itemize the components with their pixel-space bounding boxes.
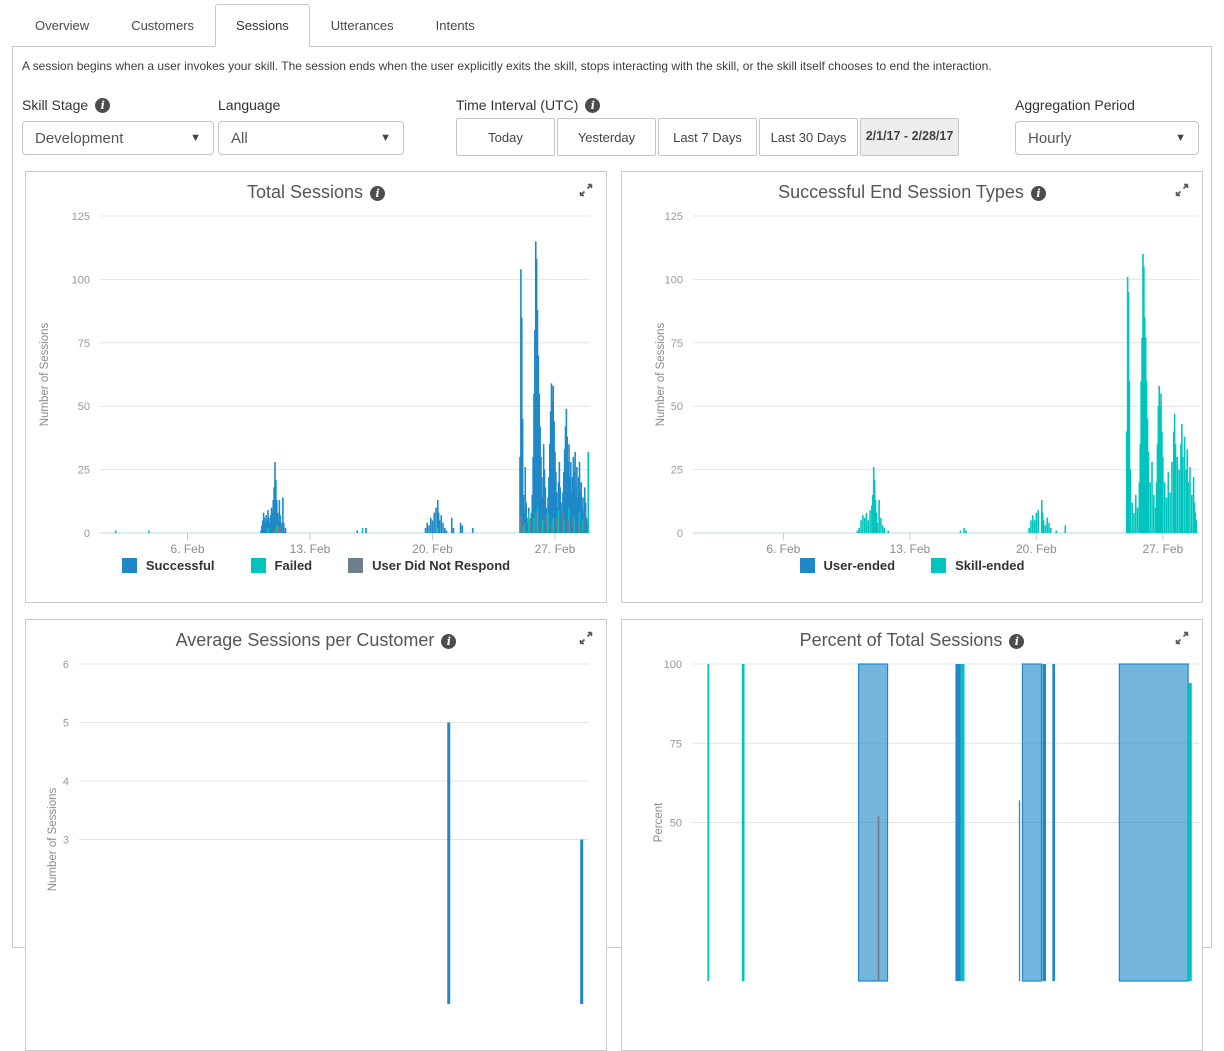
tab-customers[interactable]: Customers [110, 4, 215, 47]
content-panel: A session begins when a user invokes you… [12, 46, 1212, 948]
chart-canvas: 3 4 5 6 Number of Sessions [26, 652, 604, 1004]
chart-legend: User-ended Skill-ended [622, 558, 1202, 573]
info-icon[interactable]: i [1031, 186, 1046, 201]
legend-item: Skill-ended [931, 558, 1024, 573]
time-interval-button[interactable]: Last 7 Days [658, 118, 757, 156]
svg-text:20. Feb: 20. Feb [1016, 542, 1057, 556]
time-interval-button[interactable]: 2/1/17 - 2/28/17 [860, 118, 959, 156]
legend-label: Successful [146, 558, 215, 573]
svg-text:20. Feb: 20. Feb [412, 542, 453, 556]
language-label: Language [218, 97, 280, 113]
svg-text:4: 4 [63, 776, 69, 788]
svg-text:27. Feb: 27. Feb [1143, 542, 1184, 556]
tab-sessions[interactable]: Sessions [215, 4, 310, 47]
svg-text:Percent: Percent [653, 802, 665, 842]
svg-text:75: 75 [78, 338, 90, 350]
svg-text:25: 25 [78, 465, 90, 477]
chart-title: Total Sessionsi [26, 180, 606, 204]
svg-text:50: 50 [670, 818, 682, 830]
info-icon[interactable]: i [585, 98, 600, 113]
legend-item: Successful [122, 558, 215, 573]
time-interval-buttons: TodayYesterdayLast 7 DaysLast 30 Days2/1… [456, 118, 961, 156]
time-interval-button[interactable]: Today [456, 118, 555, 156]
aggregation-period-label: Aggregation Period [1015, 97, 1135, 113]
expand-icon[interactable] [1174, 630, 1190, 646]
svg-text:0: 0 [677, 528, 683, 540]
svg-text:125: 125 [72, 211, 90, 223]
time-interval-button[interactable]: Yesterday [557, 118, 656, 156]
svg-text:100: 100 [664, 659, 682, 671]
session-description: A session begins when a user invokes you… [22, 59, 992, 73]
svg-text:27. Feb: 27. Feb [535, 542, 576, 556]
legend-label: User Did Not Respond [372, 558, 510, 573]
svg-text:75: 75 [670, 738, 682, 750]
svg-text:Number of Sessions: Number of Sessions [47, 787, 59, 891]
legend-swatch [931, 558, 946, 573]
language-select[interactable]: All▼ [218, 121, 404, 155]
chevron-down-icon: ▼ [1175, 132, 1186, 144]
info-icon[interactable]: i [441, 634, 456, 649]
tab-intents[interactable]: Intents [415, 4, 496, 47]
svg-text:3: 3 [63, 835, 69, 847]
legend-swatch [800, 558, 815, 573]
svg-text:Number of Sessions: Number of Sessions [655, 322, 667, 426]
svg-text:13. Feb: 13. Feb [890, 542, 931, 556]
svg-text:6: 6 [63, 659, 69, 671]
info-icon[interactable]: i [95, 98, 110, 113]
legend-label: Failed [275, 558, 313, 573]
legend-item: User-ended [800, 558, 896, 573]
tab-utterances[interactable]: Utterances [310, 4, 415, 47]
svg-text:6. Feb: 6. Feb [170, 542, 204, 556]
skill-stage-label: Skill Stagei [22, 97, 110, 113]
chart-title: Successful End Session Typesi [622, 180, 1202, 204]
svg-text:125: 125 [665, 211, 683, 223]
svg-text:0: 0 [84, 528, 90, 540]
svg-text:5: 5 [63, 718, 69, 730]
chart-canvas: 0 25 50 75 100 125 6. Feb 13. Feb 20. Feb 27. Feb… [622, 204, 1200, 556]
legend-item: Failed [251, 558, 313, 573]
aggregation-period-select[interactable]: Hourly▼ [1015, 121, 1199, 155]
legend-item: User Did Not Respond [348, 558, 510, 573]
svg-text:25: 25 [671, 465, 683, 477]
chart-legend: Successful Failed User Did Not Respond [26, 558, 606, 573]
info-icon[interactable]: i [370, 186, 385, 201]
tab-bar: OverviewCustomersSessionsUtterancesInten… [0, 0, 1224, 46]
chevron-down-icon: ▼ [380, 132, 391, 144]
chart-title: Percent of Total Sessionsi [622, 628, 1202, 652]
expand-icon[interactable] [578, 182, 594, 198]
svg-text:100: 100 [665, 274, 683, 286]
tab-overview[interactable]: Overview [14, 4, 110, 47]
percent-of-total-sessions-panel: Percent of Total Sessionsi 50 75 100 Percen… [621, 619, 1203, 1051]
svg-text:Number of Sessions: Number of Sessions [39, 322, 51, 426]
svg-text:50: 50 [671, 401, 683, 413]
chart-canvas: 50 75 100 Percent [622, 652, 1200, 1004]
legend-label: Skill-ended [955, 558, 1024, 573]
successful-end-session-types-panel: Successful End Session Typesi 0 25 50 75 100… [621, 171, 1203, 603]
info-icon[interactable]: i [1009, 634, 1024, 649]
svg-text:75: 75 [671, 338, 683, 350]
svg-text:50: 50 [78, 401, 90, 413]
total-sessions-panel: Total Sessionsi 0 25 50 75 100 125 6. Feb 13. F… [25, 171, 607, 603]
skill-stage-select[interactable]: Development▼ [22, 121, 214, 155]
legend-swatch [348, 558, 363, 573]
legend-swatch [122, 558, 137, 573]
svg-text:6. Feb: 6. Feb [766, 542, 800, 556]
time-interval-button[interactable]: Last 30 Days [759, 118, 858, 156]
svg-text:13. Feb: 13. Feb [290, 542, 331, 556]
chart-canvas: 0 25 50 75 100 125 6. Feb 13. Feb 20. Feb 27. Feb… [26, 204, 604, 556]
chart-title: Average Sessions per Customeri [26, 628, 606, 652]
svg-text:100: 100 [72, 274, 90, 286]
legend-swatch [251, 558, 266, 573]
average-sessions-per-customer-panel: Average Sessions per Customeri 3 4 5 6 Numbe… [25, 619, 607, 1051]
time-interval-label: Time Interval (UTC)i [456, 97, 600, 113]
expand-icon[interactable] [1174, 182, 1190, 198]
chevron-down-icon: ▼ [190, 132, 201, 144]
expand-icon[interactable] [578, 630, 594, 646]
legend-label: User-ended [824, 558, 896, 573]
